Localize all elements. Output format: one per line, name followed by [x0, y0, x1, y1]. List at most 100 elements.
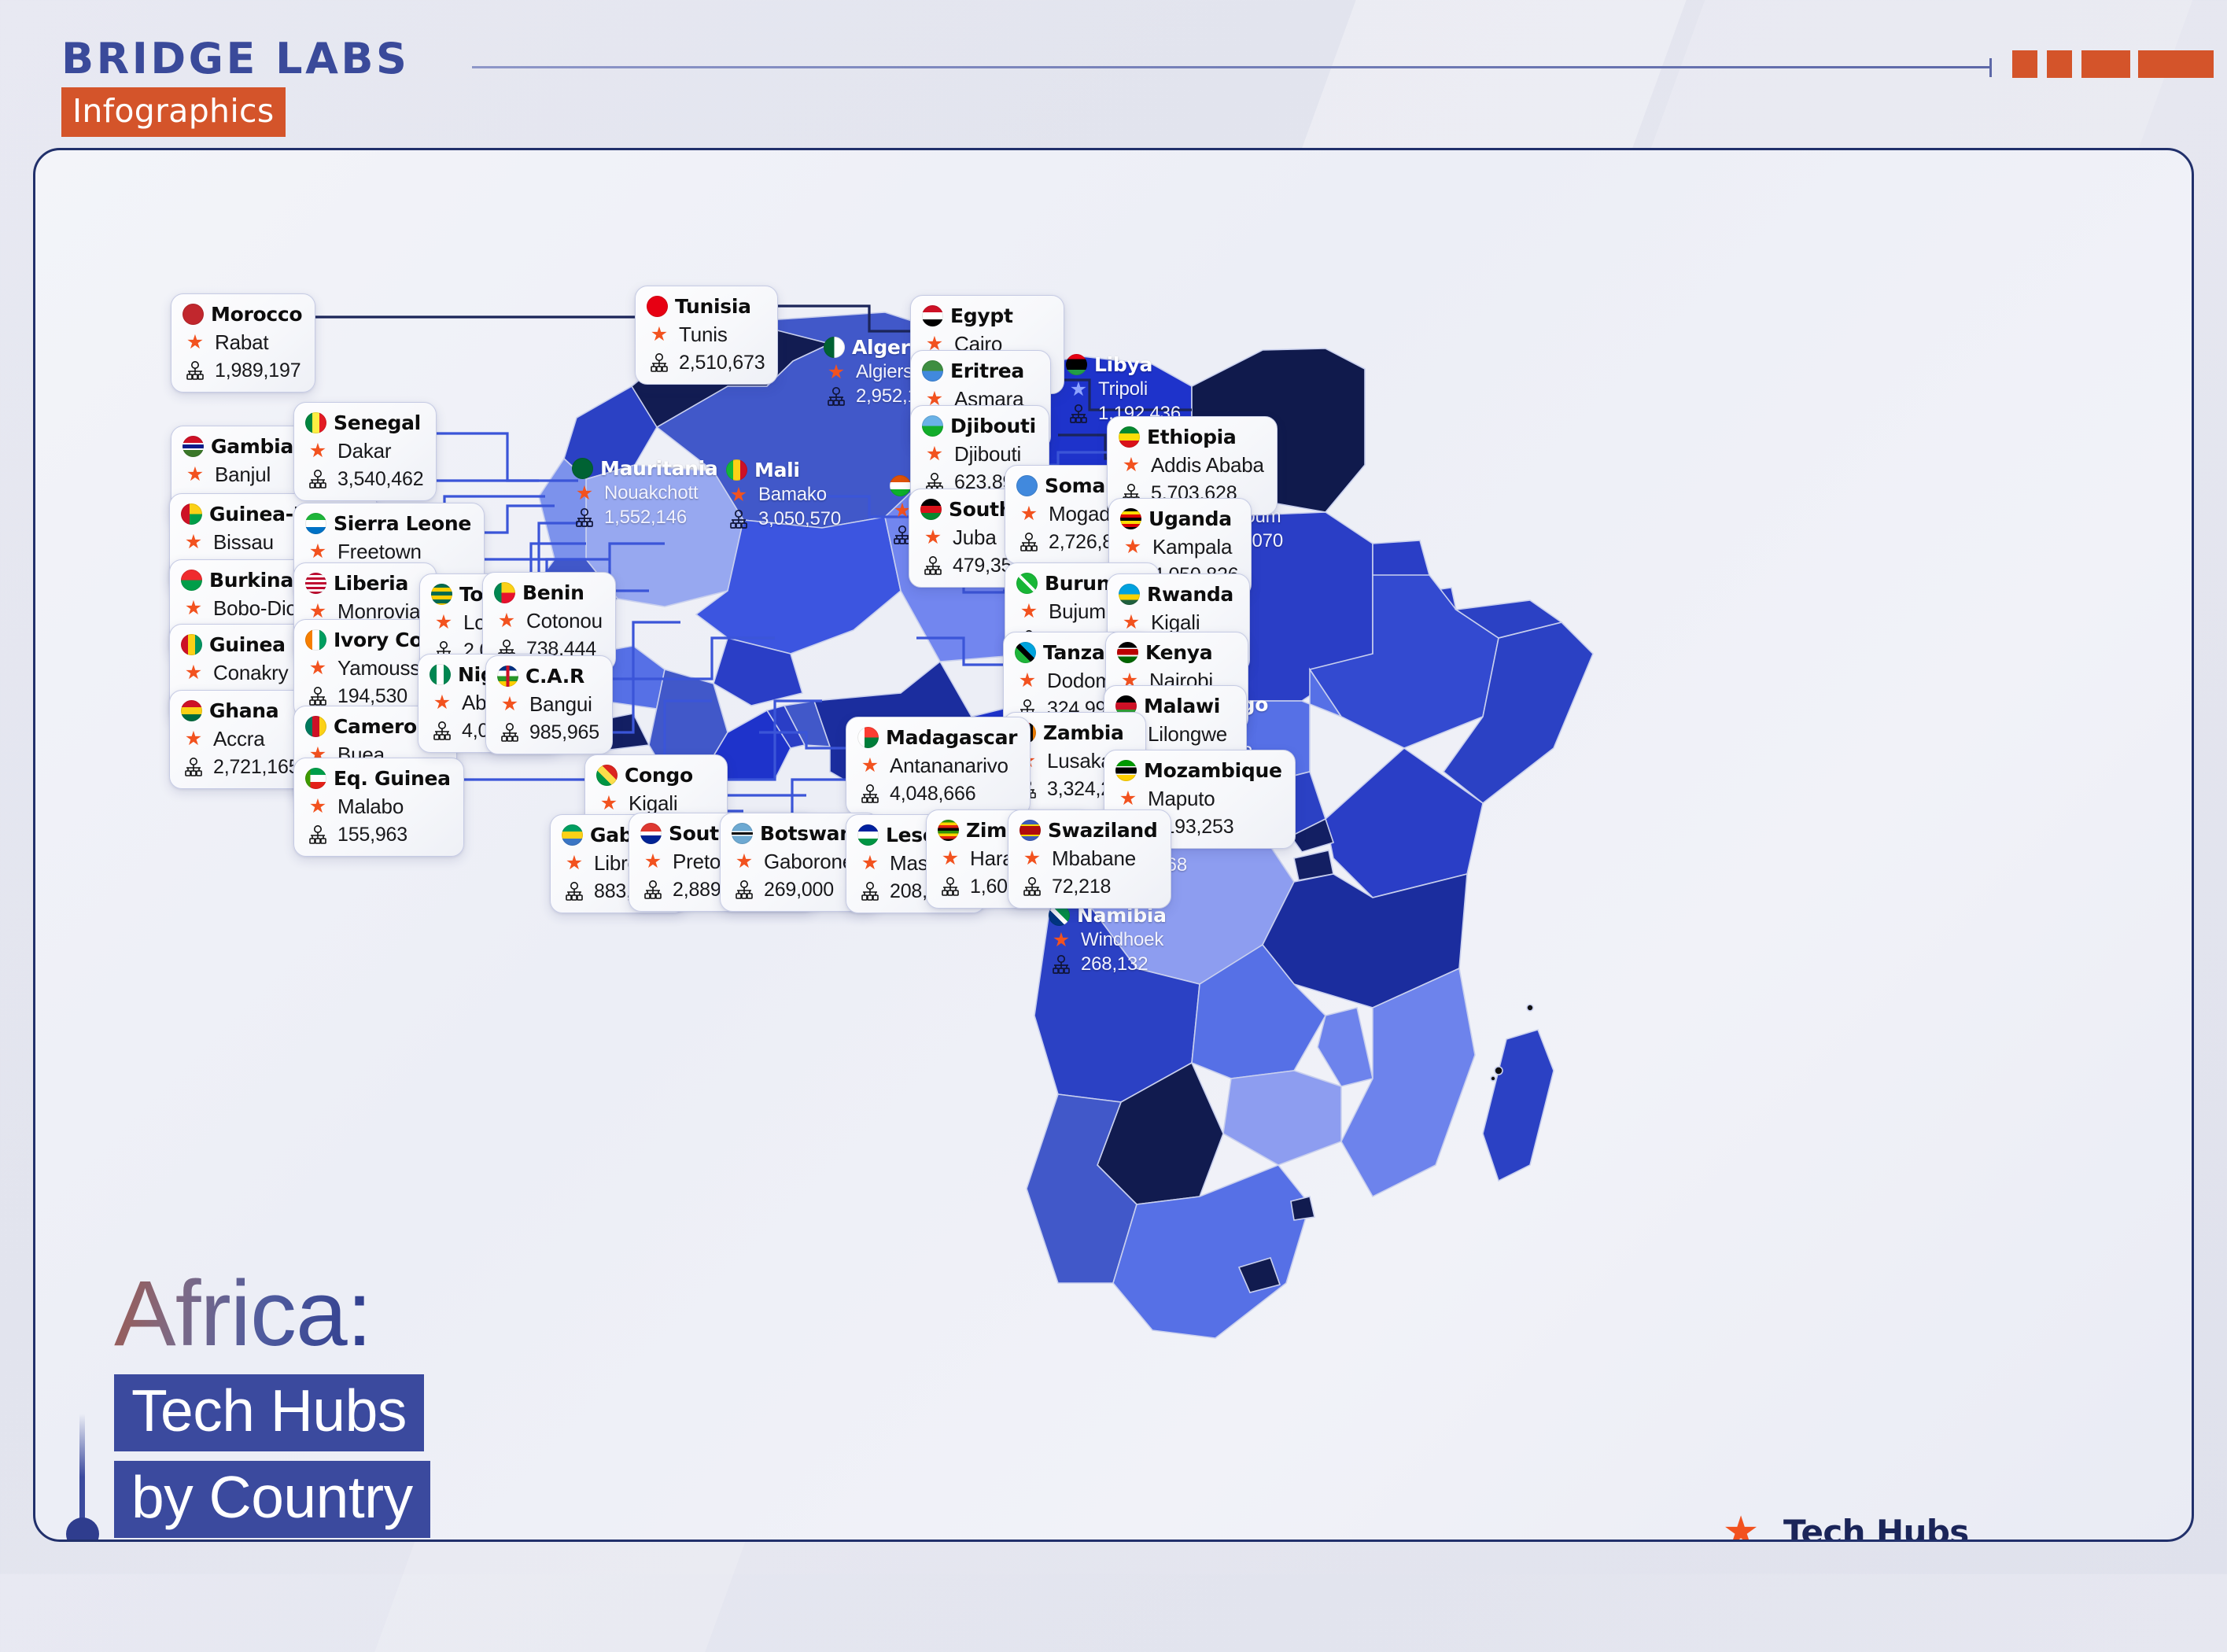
- card-header: Liberia: [305, 572, 423, 595]
- tech-hub-star-icon: ★: [729, 483, 748, 506]
- card-header: Kenya: [1117, 641, 1235, 664]
- population-value: 72,218: [1052, 876, 1112, 898]
- city-row: ★ Antananarivo: [857, 754, 1017, 778]
- card-header: Rwanda: [1119, 583, 1237, 606]
- population-value: 2,721,165: [213, 756, 300, 778]
- population-row: 155,963: [305, 824, 451, 846]
- card-header: Benin: [494, 581, 603, 604]
- header-divider: [472, 58, 1992, 77]
- city-row: ★ Bamako: [726, 484, 841, 506]
- flag-icon-togo: [431, 584, 452, 605]
- country-card-car[interactable]: C.A.R ★ Bangui 985,965: [485, 655, 613, 754]
- flag-icon-madagascar: [857, 727, 879, 748]
- flag-icon-morocco: [183, 304, 204, 325]
- city-name: Bissau: [213, 530, 274, 554]
- city-name: Lusaka: [1047, 749, 1112, 773]
- tech-hub-star-icon: ★: [308, 440, 327, 462]
- card-header: Ghana: [181, 699, 299, 722]
- card-header: Guinea: [181, 633, 299, 656]
- tech-hub-star-icon: ★: [1023, 847, 1042, 869]
- card-header: Zambia: [1015, 721, 1133, 744]
- country-name: Mauritania: [600, 457, 718, 480]
- flag-icon-libya: [1066, 354, 1087, 375]
- country-card-ghana[interactable]: Ghana ★ Accra 2,721,165: [169, 690, 313, 789]
- country-name: Egypt: [950, 304, 1013, 327]
- population-value: 1,552,146: [604, 507, 687, 528]
- tech-hub-population-icon: [564, 881, 584, 902]
- map-label-mali: Mali ★ Bamako 3,050,570: [726, 459, 841, 530]
- city-row: ★ Windhoek: [1049, 929, 1167, 951]
- country-name: Ghana: [209, 699, 279, 722]
- tech-hub-population-icon: [860, 881, 880, 902]
- country-card-madagascar[interactable]: Madagascar ★ Antananarivo 4,048,666: [846, 717, 1031, 816]
- city-row: ★ Nouakchott: [572, 482, 718, 504]
- city-name: Antananarivo: [890, 754, 1008, 777]
- page-title: Africa:: [114, 1267, 430, 1360]
- country-card-senegal[interactable]: Senegal ★ Dakar 3,540,462: [293, 402, 437, 501]
- tech-hub-star-icon: ★: [861, 754, 879, 776]
- flag-icon-burundi: [1016, 573, 1038, 594]
- tech-hub-star-icon: ★: [308, 795, 327, 817]
- card-header: Tunisia: [647, 295, 765, 318]
- header-dash-2: [2047, 50, 2072, 78]
- country-name: Malawi: [1144, 695, 1221, 717]
- tech-hub-population-icon: [1019, 532, 1039, 553]
- header-dash-1: [2012, 50, 2037, 78]
- population-row: 4,048,666: [857, 783, 1017, 806]
- flag-icon-south-sudan: [920, 499, 942, 520]
- country-card-swaziland[interactable]: Swaziland ★ Mbabane 72,218: [1008, 809, 1171, 909]
- flag-icon-tanzania: [1015, 642, 1036, 663]
- flag-icon-niger: [890, 475, 911, 496]
- flag-icon-kenya: [1117, 642, 1138, 663]
- city-row: ★ Cotonou: [494, 609, 603, 633]
- city-name: Juba: [953, 525, 997, 549]
- flag-icon-guinea-bissau: [181, 503, 202, 525]
- tech-hub-star-icon: ★: [186, 331, 205, 353]
- flag-icon-djibouti: [922, 415, 943, 437]
- population-row: 3,540,462: [305, 468, 424, 491]
- country-name: Morocco: [211, 303, 303, 326]
- map-label-mauritania: Mauritania ★ Nouakchott 1,552,146: [572, 457, 718, 529]
- tech-hub-population-icon: [1051, 954, 1071, 975]
- city-row: ★ Accra: [181, 727, 299, 751]
- country-name: Djibouti: [950, 415, 1036, 437]
- city-name: Algiers: [856, 361, 913, 382]
- country-card-morocco[interactable]: Morocco ★ Rabat 1,989,197: [171, 293, 316, 393]
- tech-hub-population-icon: [826, 386, 846, 407]
- country-card-tunisia[interactable]: Tunisia ★ Tunis 2,510,673: [635, 286, 779, 385]
- tech-hub-star-icon: ★: [924, 526, 942, 548]
- city-row: ★ Mbabane: [1019, 846, 1158, 871]
- population-row: 268,132: [1049, 953, 1167, 975]
- flag-icon-nigeria: [430, 664, 451, 685]
- card-header: Djibouti: [922, 415, 1036, 437]
- flag-icon-mauritania: [572, 458, 593, 479]
- tech-hub-population-icon: [185, 360, 205, 382]
- city-name: Maputo: [1148, 787, 1215, 810]
- brand-subtitle: Infographics: [61, 87, 286, 137]
- tech-hub-star-icon: ★: [735, 850, 754, 872]
- country-name: Rwanda: [1147, 583, 1233, 606]
- city-name: Mbabane: [1052, 846, 1137, 870]
- population-value: 1,989,197: [215, 360, 301, 382]
- country-name: Zambia: [1043, 721, 1124, 744]
- tech-hub-star-icon: ★: [184, 597, 203, 619]
- population-value: 155,963: [337, 824, 407, 846]
- tech-hub-population-icon: [1068, 404, 1089, 425]
- card-header: Sierra Leone: [305, 512, 471, 535]
- city-row: ★ Djibouti: [922, 442, 1036, 466]
- card-header: Eq. Guinea: [305, 767, 451, 790]
- country-name: Liberia: [334, 572, 409, 595]
- tech-hub-star-icon: ★: [184, 531, 203, 553]
- city-row: ★ Kampala: [1120, 535, 1238, 559]
- country-name: Ethiopia: [1147, 426, 1237, 448]
- city-row: ★ Rabat: [183, 330, 302, 355]
- infographic-panel: Morocco ★ Rabat 1,989,197 Gambia ★ Banjul …: [33, 148, 2194, 1542]
- city-name: Conakry: [213, 661, 289, 684]
- flag-icon-zimbabwe: [938, 820, 959, 841]
- flag-icon-sierra-leone: [305, 513, 326, 534]
- tech-hub-star-icon: ★: [184, 728, 203, 750]
- population-value: 3,050,570: [758, 508, 841, 529]
- city-name: Bamako: [758, 484, 827, 505]
- country-card-eq-guinea[interactable]: Eq. Guinea ★ Malabo 155,963: [293, 758, 464, 857]
- flag-icon-ghana: [181, 700, 202, 721]
